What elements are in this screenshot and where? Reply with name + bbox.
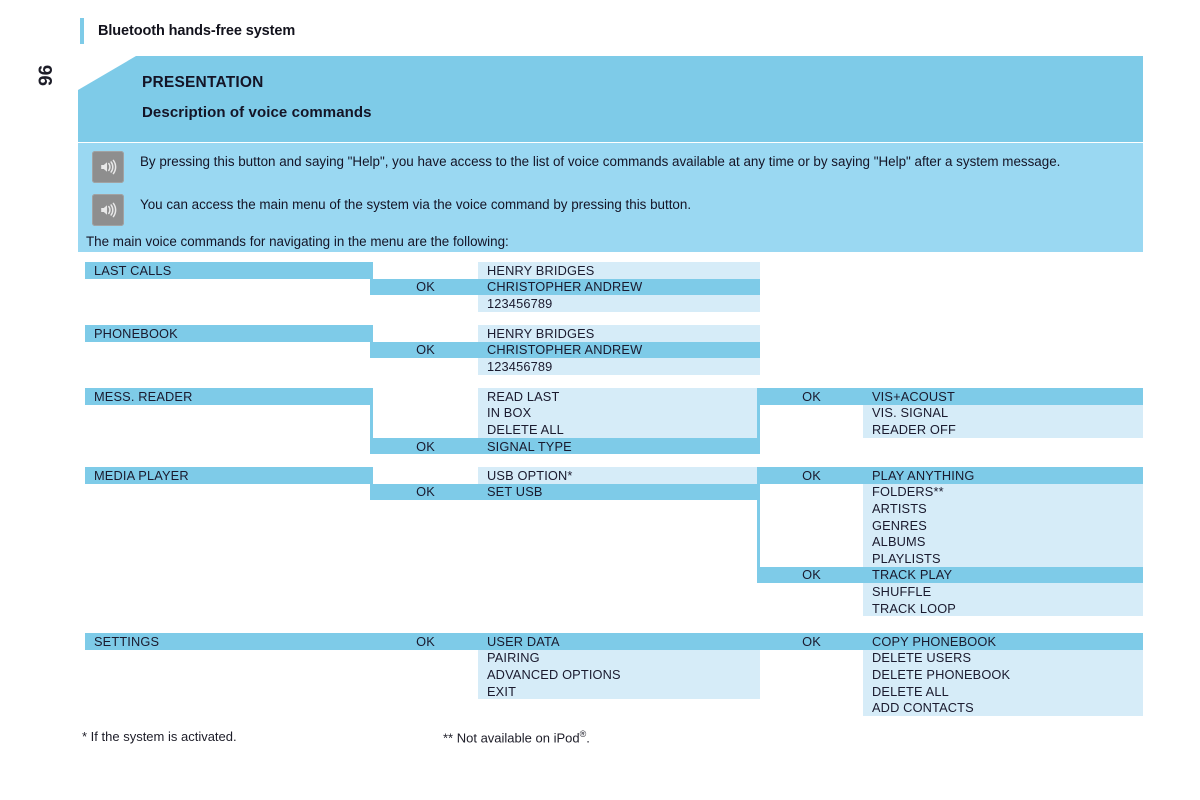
menu-l2-2-3-label: SIGNAL TYPE xyxy=(487,438,572,454)
menu-l3-4-4-label: ADD CONTACTS xyxy=(872,700,974,716)
menu-l2-0-1: CHRISTOPHER ANDREW xyxy=(478,278,760,296)
menu-l2-2-2-label: DELETE ALL xyxy=(487,421,564,437)
ok-label-3-3-label: OK xyxy=(802,567,821,583)
ok-label-3-3: OK xyxy=(760,567,863,584)
menu-l3-3-2-label: ARTISTS xyxy=(872,500,927,516)
menu-l2-2-1: IN BOX xyxy=(478,404,760,422)
menu-l3-3-8: TRACK LOOP xyxy=(863,599,1143,617)
footnote-2-period: . xyxy=(586,730,590,746)
menu-l3-3-4: ALBUMS xyxy=(863,533,1143,550)
ok-label-1-4-label: OK xyxy=(416,633,435,649)
menu-l2-4-1-label: PAIRING xyxy=(487,650,540,666)
menu-l2-4-3: EXIT xyxy=(478,682,760,700)
menu-l3-3-1-label: FOLDERS** xyxy=(872,484,944,500)
menu-l3-4-1: DELETE USERS xyxy=(863,649,1143,667)
footnote-2-text: ** Not available on iPod xyxy=(443,730,580,746)
menu-l1-4: SETTINGS xyxy=(85,633,373,650)
menu-l3-3-5: PLAYLISTS xyxy=(863,550,1143,567)
ok-label-1-1-label: OK xyxy=(416,342,435,358)
menu-l3-4-1-label: DELETE USERS xyxy=(872,650,972,666)
menu-l2-3-1: SET USB xyxy=(478,483,760,501)
menu-l3-3-7-label: SHUFFLE xyxy=(872,583,932,599)
menu-l3-3-6: TRACK PLAY xyxy=(863,566,1143,584)
menu-l1-0-label: LAST CALLS xyxy=(94,262,172,278)
menu-l2-2-0-label: READ LAST xyxy=(487,388,560,404)
menu-l3-4-2-label: DELETE PHONEBOOK xyxy=(872,666,1011,682)
menu-l1-1-label: PHONEBOOK xyxy=(94,325,178,341)
menu-l3-2-0-label: VIS+ACOUST xyxy=(872,388,955,404)
menu-l3-3-5-label: PLAYLISTS xyxy=(872,550,941,566)
menu-l2-0-2-label: 123456789 xyxy=(487,295,553,311)
menu-l3-3-6-label: TRACK PLAY xyxy=(872,567,953,583)
ok-label-1-0: OK xyxy=(373,279,478,296)
ok-label-2-2-label: OK xyxy=(802,388,821,404)
menu-l1-2-label: MESS. READER xyxy=(94,388,193,404)
menu-l3-3-0: PLAY ANYTHING xyxy=(863,467,1143,484)
menu-l2-1-1: CHRISTOPHER ANDREW xyxy=(478,341,760,359)
menu-l3-4-3-label: DELETE ALL xyxy=(872,683,949,699)
menu-l3-2-1-label: VIS. SIGNAL xyxy=(872,405,949,421)
ok-label-2-4: OK xyxy=(760,633,863,650)
ok-label-2-3-label: OK xyxy=(802,467,821,483)
menu-l2-4-2: ADVANCED OPTIONS xyxy=(478,666,760,683)
menu-l2-1-0: HENRY BRIDGES xyxy=(478,325,760,342)
menu-l3-2-2-label: READER OFF xyxy=(872,421,956,437)
menu-l1-2: MESS. READER xyxy=(85,388,373,405)
voice-command-tree: LAST CALLS OK HENRY BRIDGES CHRISTOPHER AND… xyxy=(0,0,1200,800)
menu-l3-4-2: DELETE PHONEBOOK xyxy=(863,666,1143,683)
menu-l3-3-7: SHUFFLE xyxy=(863,583,1143,600)
ok-label-1-0-label: OK xyxy=(416,279,435,295)
menu-l2-4-3-label: EXIT xyxy=(487,683,517,699)
menu-l3-4-3: DELETE ALL xyxy=(863,682,1143,700)
menu-l2-4-1: PAIRING xyxy=(478,649,760,667)
menu-l2-2-2: DELETE ALL xyxy=(478,421,760,438)
menu-l3-3-3-label: GENRES xyxy=(872,517,927,533)
menu-l3-3-3: GENRES xyxy=(863,516,1143,534)
menu-l2-2-3: SIGNAL TYPE xyxy=(478,437,760,455)
menu-l3-2-0: VIS+ACOUST xyxy=(863,388,1143,405)
menu-l3-3-2: ARTISTS xyxy=(863,500,1143,517)
menu-l2-3-0-label: USB OPTION* xyxy=(487,467,573,483)
menu-l2-0-1-label: CHRISTOPHER ANDREW xyxy=(487,279,643,295)
menu-l1-0: LAST CALLS xyxy=(85,262,373,279)
menu-l3-3-8-label: TRACK LOOP xyxy=(872,600,956,616)
menu-l3-4-4: ADD CONTACTS xyxy=(863,699,1143,716)
menu-l2-2-0: READ LAST xyxy=(478,388,760,405)
menu-l3-3-1: FOLDERS** xyxy=(863,483,1143,501)
menu-l2-0-2: 123456789 xyxy=(478,295,760,312)
ok-label-1-4: OK xyxy=(373,633,478,650)
menu-l2-4-0: USER DATA xyxy=(478,633,760,650)
ok-label-2-4-label: OK xyxy=(802,633,821,649)
menu-l2-0-0: HENRY BRIDGES xyxy=(478,262,760,279)
menu-l2-4-0-label: USER DATA xyxy=(487,633,560,649)
menu-l2-1-1-label: CHRISTOPHER ANDREW xyxy=(487,342,643,358)
ok-label-1-3-label: OK xyxy=(416,484,435,500)
menu-l2-2-1-label: IN BOX xyxy=(487,405,532,421)
menu-l2-4-2-label: ADVANCED OPTIONS xyxy=(487,666,621,682)
footnote-double-asterisk: ** Not available on iPod®. xyxy=(443,729,590,745)
menu-l2-0-0-label: HENRY BRIDGES xyxy=(487,262,595,278)
menu-l1-1: PHONEBOOK xyxy=(85,325,373,342)
menu-l2-3-1-label: SET USB xyxy=(487,484,543,500)
menu-l3-2-2: READER OFF xyxy=(863,421,1143,438)
menu-l2-3-0: USB OPTION* xyxy=(478,467,760,484)
menu-l1-3: MEDIA PLAYER xyxy=(85,467,373,484)
menu-l2-1-0-label: HENRY BRIDGES xyxy=(487,325,595,341)
ok-label-1-3: OK xyxy=(373,484,478,501)
menu-l1-4-label: SETTINGS xyxy=(94,633,160,649)
ok-label-1-2: OK xyxy=(373,438,478,455)
menu-l3-4-0: COPY PHONEBOOK xyxy=(863,633,1143,650)
menu-l1-3-label: MEDIA PLAYER xyxy=(94,467,189,483)
ok-label-1-2-label: OK xyxy=(416,438,435,454)
ok-label-2-3: OK xyxy=(760,467,863,484)
ok-label-1-1: OK xyxy=(373,342,478,359)
menu-l2-1-2: 123456789 xyxy=(478,358,760,375)
menu-l3-2-1: VIS. SIGNAL xyxy=(863,404,1143,422)
footnote-asterisk: * If the system is activated. xyxy=(82,729,237,744)
menu-l3-3-4-label: ALBUMS xyxy=(872,534,926,550)
menu-l3-3-0-label: PLAY ANYTHING xyxy=(872,467,975,483)
ok-label-2-2: OK xyxy=(760,388,863,405)
menu-l2-1-2-label: 123456789 xyxy=(487,358,553,374)
menu-l3-4-0-label: COPY PHONEBOOK xyxy=(872,633,997,649)
